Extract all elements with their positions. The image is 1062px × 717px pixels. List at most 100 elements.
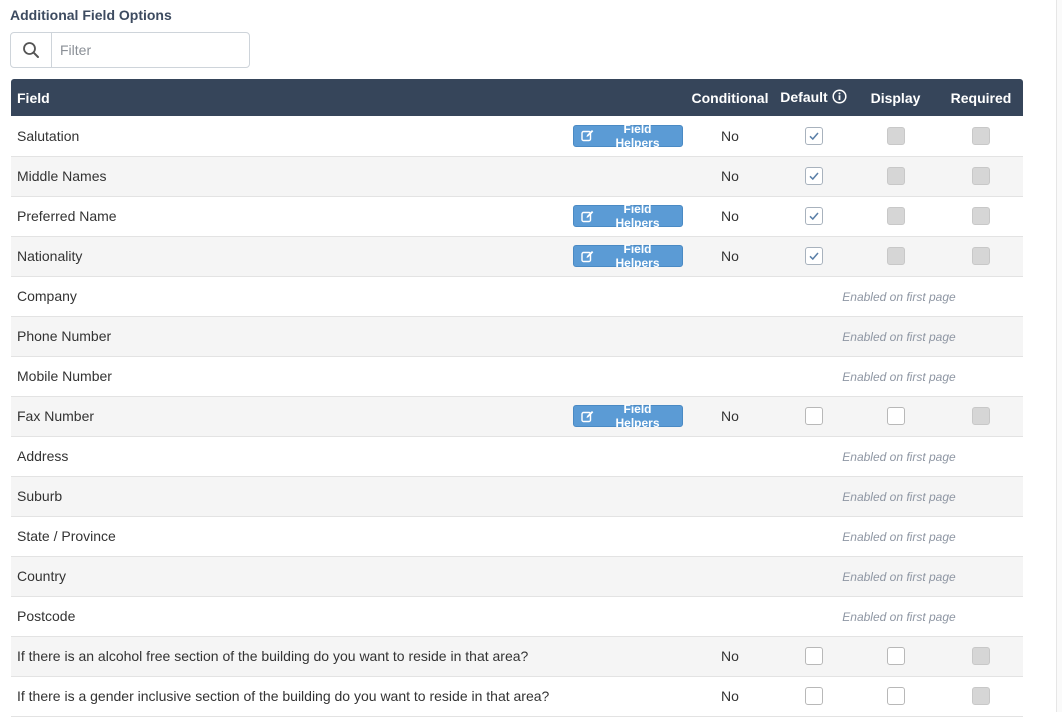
helpers-cell: Field Helpers <box>573 116 685 156</box>
required-checkbox <box>972 207 990 226</box>
enabled-note-cell: Enabled on first page <box>775 356 1023 396</box>
field-name: Address <box>17 448 69 464</box>
field-name: Company <box>17 288 77 304</box>
conditional-cell <box>685 556 775 596</box>
display-cell <box>852 676 939 716</box>
conditional-value: No <box>721 248 739 264</box>
conditional-value: No <box>721 208 739 224</box>
required-checkbox <box>972 687 990 706</box>
field-name: Middle Names <box>17 168 107 184</box>
default-checkbox[interactable] <box>804 407 823 426</box>
filter-input[interactable] <box>52 33 249 67</box>
field-options-table: Field Conditional Default Display Requir… <box>11 79 1023 717</box>
default-cell <box>775 116 852 156</box>
display-checkbox <box>886 126 905 145</box>
header-field: Field <box>17 89 50 106</box>
required-checkbox <box>972 126 990 145</box>
default-checkbox[interactable] <box>804 247 823 266</box>
required-cell <box>939 676 1023 716</box>
table-row: Company Enabled on first page <box>11 276 1023 316</box>
header-default: Default <box>775 79 852 116</box>
display-cell <box>852 196 939 236</box>
table-row: If there is an alcohol free section of t… <box>11 636 1023 676</box>
conditional-cell <box>685 276 775 316</box>
helpers-cell <box>573 436 685 476</box>
display-cell <box>852 116 939 156</box>
helpers-cell <box>573 636 685 676</box>
display-cell <box>852 636 939 676</box>
enabled-on-first-page-note: Enabled on first page <box>842 490 956 504</box>
field-name: Preferred Name <box>17 208 117 224</box>
required-cell <box>939 396 1023 436</box>
field-helpers-button[interactable]: Field Helpers <box>573 402 683 430</box>
table-row: Phone Number Enabled on first page <box>11 316 1023 356</box>
enabled-on-first-page-note: Enabled on first page <box>842 290 956 304</box>
enabled-note-cell: Enabled on first page <box>775 556 1023 596</box>
field-helpers-label: Field Helpers <box>615 202 660 230</box>
table-body: Salutation Field Helpers No Middle Names No P… <box>11 116 1023 716</box>
default-checkbox[interactable] <box>804 167 823 186</box>
default-cell <box>775 236 852 276</box>
required-cell <box>939 636 1023 676</box>
filter-box <box>10 32 250 68</box>
table-row: State / Province Enabled on first page <box>11 516 1023 556</box>
field-helpers-label: Field Helpers <box>615 121 660 150</box>
edit-icon <box>581 210 594 223</box>
default-checkbox[interactable] <box>804 687 823 706</box>
conditional-value: No <box>721 127 739 144</box>
default-checkbox[interactable] <box>804 647 823 666</box>
table-row: If there is a gender inclusive section o… <box>11 676 1023 716</box>
required-cell <box>939 196 1023 236</box>
field-name: Fax Number <box>17 408 95 424</box>
helpers-cell <box>573 476 685 516</box>
required-cell <box>939 236 1023 276</box>
conditional-cell <box>685 436 775 476</box>
field-name: State / Province <box>17 528 116 544</box>
table-row: Address Enabled on first page <box>11 436 1023 476</box>
default-cell <box>775 676 852 716</box>
edit-icon <box>581 129 594 142</box>
display-checkbox <box>886 207 905 226</box>
required-cell <box>939 156 1023 196</box>
info-icon[interactable] <box>832 88 847 107</box>
required-checkbox <box>972 247 990 266</box>
search-icon <box>11 33 52 67</box>
enabled-note-cell: Enabled on first page <box>775 436 1023 476</box>
enabled-note-cell: Enabled on first page <box>775 276 1023 316</box>
enabled-on-first-page-note: Enabled on first page <box>842 330 956 344</box>
default-checkbox[interactable] <box>804 207 823 226</box>
enabled-note-cell: Enabled on first page <box>775 476 1023 516</box>
conditional-cell <box>685 516 775 556</box>
edit-icon <box>581 250 594 263</box>
display-checkbox[interactable] <box>886 407 905 426</box>
field-name: Salutation <box>17 127 80 144</box>
display-checkbox[interactable] <box>886 687 905 706</box>
enabled-note-cell: Enabled on first page <box>775 316 1023 356</box>
field-name: Nationality <box>17 248 83 264</box>
default-checkbox[interactable] <box>804 126 823 145</box>
field-helpers-button[interactable]: Field Helpers <box>573 121 683 150</box>
helpers-cell <box>573 556 685 596</box>
helpers-cell <box>573 356 685 396</box>
field-name: Mobile Number <box>17 368 112 384</box>
default-cell <box>775 636 852 676</box>
field-helpers-button[interactable]: Field Helpers <box>573 202 683 230</box>
required-checkbox <box>972 167 990 186</box>
enabled-on-first-page-note: Enabled on first page <box>842 530 956 544</box>
helpers-cell <box>573 516 685 556</box>
section-title: Additional Field Options <box>10 7 172 23</box>
default-cell <box>775 396 852 436</box>
display-checkbox[interactable] <box>886 647 905 666</box>
helpers-cell: Field Helpers <box>573 196 685 236</box>
page-scrollbar[interactable] <box>1056 0 1062 712</box>
helpers-cell <box>573 676 685 716</box>
enabled-on-first-page-note: Enabled on first page <box>842 450 956 464</box>
table-row: Country Enabled on first page <box>11 556 1023 596</box>
field-helpers-button[interactable]: Field Helpers <box>573 242 683 270</box>
default-cell <box>775 156 852 196</box>
field-helpers-label: Field Helpers <box>615 402 660 430</box>
enabled-on-first-page-note: Enabled on first page <box>842 570 956 584</box>
header-helpers-spacer <box>573 79 685 116</box>
conditional-value: No <box>721 168 739 184</box>
field-name: Country <box>17 568 67 584</box>
